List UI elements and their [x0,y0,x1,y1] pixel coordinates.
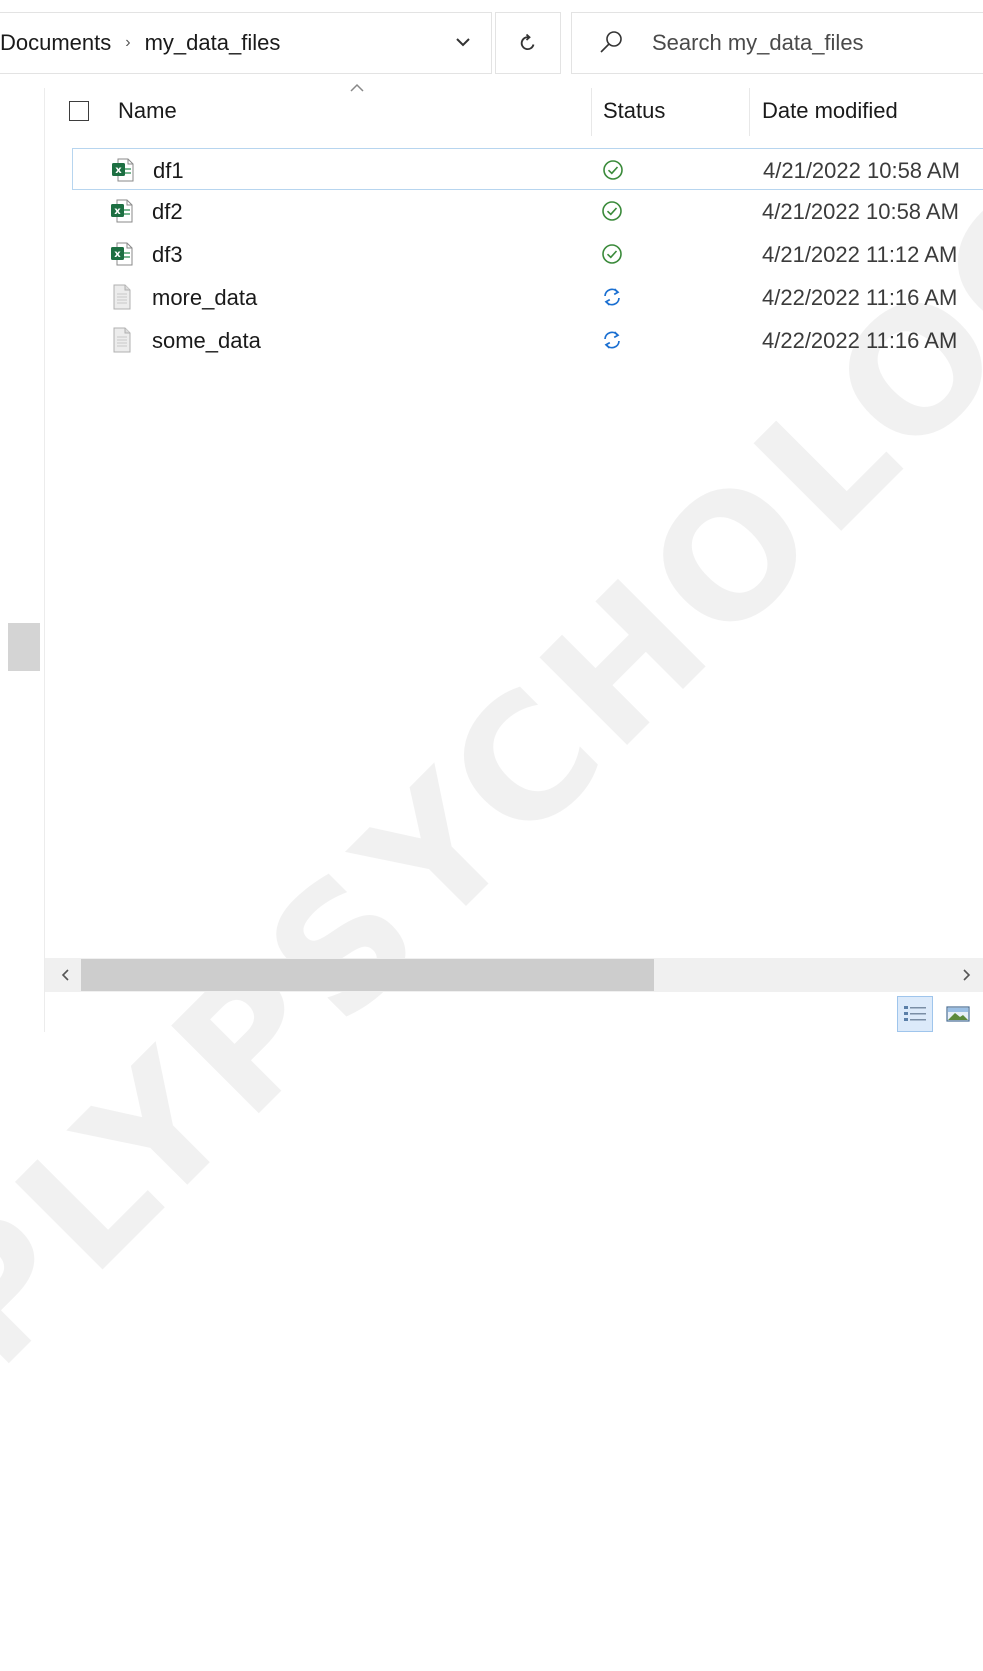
file-row[interactable]: x df1 4/21/2022 10:58 AM [72,148,983,190]
file-date-modified: 4/22/2022 11:16 AM [762,285,958,310]
column-divider[interactable] [749,88,750,136]
excel-file-icon: x [112,158,134,182]
search-box[interactable] [571,12,983,74]
file-date-modified: 4/21/2022 10:58 AM [762,199,959,224]
text-file-icon [113,284,131,310]
svg-text:x: x [114,206,121,217]
breadcrumb-documents[interactable]: Documents [0,30,111,56]
svg-text:x: x [114,249,121,260]
scrollbar-thumb[interactable] [81,959,654,991]
file-row[interactable]: x df2 4/21/2022 10:58 AM [72,190,983,232]
file-row[interactable]: some_data 4/22/2022 11:16 AM [72,319,983,361]
horizontal-scrollbar[interactable] [45,958,983,992]
breadcrumb-separator-icon[interactable]: › [125,34,130,52]
svg-text:x: x [115,165,122,176]
column-header: Name Status Date modified [45,83,983,136]
search-icon [600,31,622,53]
column-header-status[interactable]: Status [603,98,665,124]
file-name[interactable]: some_data [152,328,261,354]
refresh-icon [520,33,535,51]
file-name[interactable]: df2 [152,199,183,225]
select-all-checkbox[interactable] [69,101,89,121]
synced-check-icon [602,201,622,221]
excel-file-icon: x [111,199,133,223]
pane-splitter-handle[interactable] [8,623,40,671]
syncing-icon [604,288,620,306]
address-bar[interactable]: Documents › my_data_files [0,12,492,74]
syncing-icon [604,331,620,349]
top-bar: Documents › my_data_files [0,0,983,88]
file-row[interactable]: more_data 4/22/2022 11:16 AM [72,276,983,318]
refresh-button[interactable] [495,12,561,74]
text-file-icon [113,327,131,353]
file-date-modified: 4/21/2022 11:12 AM [762,242,958,267]
file-row[interactable]: x df3 4/21/2022 11:12 AM [72,233,983,275]
search-input[interactable] [652,30,952,56]
file-name[interactable]: df1 [153,158,184,184]
column-header-name[interactable]: Name [118,98,177,124]
file-date-modified: 4/21/2022 10:58 AM [763,158,960,183]
chevron-down-icon[interactable] [448,27,478,57]
chevron-left-icon[interactable] [57,966,75,984]
file-name[interactable]: df3 [152,242,183,268]
details-view-button[interactable] [897,996,933,1032]
file-name[interactable]: more_data [152,285,257,311]
nav-pane-border [44,88,45,1032]
chevron-up-icon [350,83,364,92]
large-icons-view-icon [946,1006,970,1022]
column-header-date-modified[interactable]: Date modified [762,98,898,124]
column-divider[interactable] [591,88,592,136]
synced-check-icon [602,244,622,264]
breadcrumb-my-data-files[interactable]: my_data_files [145,30,281,56]
synced-check-icon [603,160,623,180]
excel-file-icon: x [111,242,133,266]
file-date-modified: 4/22/2022 11:16 AM [762,328,958,353]
large-icons-view-button[interactable] [940,996,976,1032]
details-view-icon [904,1006,926,1021]
chevron-right-icon[interactable] [957,966,975,984]
